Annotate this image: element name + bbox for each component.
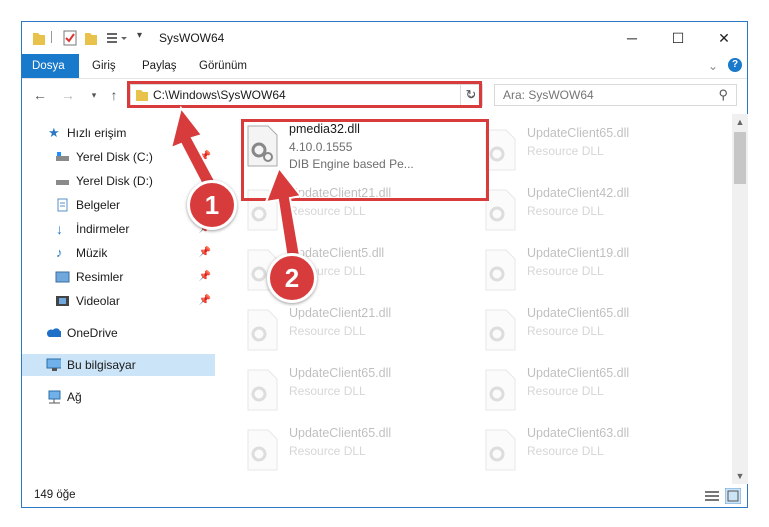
annotation-arrows xyxy=(169,105,303,260)
step-1-badge: 1 xyxy=(187,180,237,230)
arrow-2 xyxy=(264,165,303,260)
step-2-badge: 2 xyxy=(267,253,317,303)
